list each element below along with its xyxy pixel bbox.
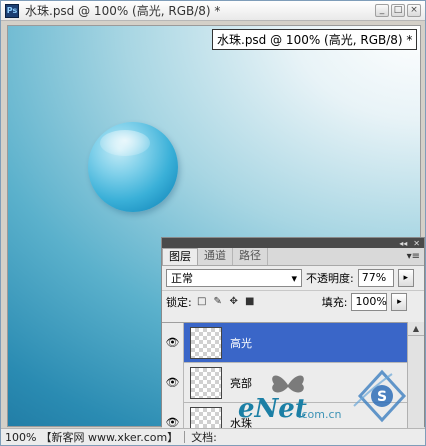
- layer-name: 高光: [230, 336, 252, 350]
- chevron-down-icon: ▾: [291, 271, 297, 285]
- panel-close-icon[interactable]: ✕: [413, 239, 420, 248]
- opacity-input[interactable]: 77%: [357, 269, 394, 287]
- lock-paint-icon[interactable]: ✎: [212, 296, 224, 308]
- fill-slider-button[interactable]: ▸: [391, 292, 408, 311]
- fill-input[interactable]: 100%: [351, 292, 388, 311]
- document-window: Ps 水珠.psd @ 100% (高光, RGB/8) * _ □ × 水珠.…: [0, 0, 426, 446]
- tab-layers[interactable]: 图层: [162, 248, 198, 265]
- status-divider: [184, 431, 186, 443]
- maximize-button[interactable]: □: [391, 4, 405, 17]
- lock-transparent-icon[interactable]: □: [196, 296, 208, 308]
- eye-icon[interactable]: 👁: [162, 402, 184, 428]
- panel-menu-icon[interactable]: ▾≡: [407, 251, 420, 262]
- layer-row-bright[interactable]: 👁 亮部: [162, 362, 408, 403]
- layers-panel: ◂◂ ✕ 图层 通道 路径 ▾≡ 正常 ▾ 不透明度: 77% ▸ 锁定: □ …: [161, 237, 425, 428]
- window-controls: _ □ ×: [375, 4, 421, 17]
- minimize-button[interactable]: _: [375, 4, 389, 17]
- title-bar[interactable]: Ps 水珠.psd @ 100% (高光, RGB/8) * _ □ ×: [1, 1, 425, 21]
- tab-paths[interactable]: 路径: [233, 248, 268, 265]
- opacity-label: 不透明度:: [306, 272, 354, 285]
- close-button[interactable]: ×: [407, 4, 421, 17]
- droplet-highlight: [100, 130, 150, 156]
- layers-scrollbar[interactable]: ▲: [407, 322, 424, 428]
- eye-icon[interactable]: 👁: [162, 362, 184, 403]
- panel-tabs: 图层 通道 路径 ▾≡: [162, 248, 424, 266]
- blend-mode-value: 正常: [171, 272, 193, 285]
- layer-row-droplet[interactable]: 👁 水珠: [162, 402, 408, 429]
- layer-list: 👁 高光 👁 亮部 👁 水珠: [162, 322, 408, 428]
- status-bar: 100% 【新客网 www.xker.com】 文档:: [1, 428, 425, 445]
- document-tooltip: 水珠.psd @ 100% (高光, RGB/8) *: [212, 29, 418, 50]
- layer-name: 水珠: [230, 416, 252, 429]
- fill-label: 填充:: [321, 295, 348, 309]
- watermark-site: 【新客网 www.xker.com】: [40, 431, 179, 444]
- layer-row-highlight[interactable]: 👁 高光: [162, 323, 408, 363]
- panel-header-strip: ◂◂ ✕: [162, 238, 424, 248]
- lock-move-icon[interactable]: ✥: [228, 296, 240, 308]
- photoshop-icon: Ps: [5, 3, 19, 18]
- opacity-slider-button[interactable]: ▸: [397, 269, 414, 287]
- lock-all-icon[interactable]: ■: [244, 296, 256, 308]
- blend-mode-select[interactable]: 正常 ▾: [166, 269, 302, 287]
- layer-thumbnail: [190, 326, 222, 359]
- collapse-icon[interactable]: ◂◂: [399, 239, 407, 248]
- layer-name: 亮部: [230, 376, 252, 390]
- window-title: 水珠.psd @ 100% (高光, RGB/8) *: [25, 4, 221, 18]
- lock-label: 锁定:: [166, 295, 192, 309]
- eye-icon[interactable]: 👁: [162, 323, 184, 363]
- layer-thumbnail: [190, 406, 222, 428]
- doc-info[interactable]: 文档:: [191, 429, 217, 445]
- blend-row: 正常 ▾ 不透明度: 77% ▸: [162, 266, 424, 290]
- tab-channels[interactable]: 通道: [198, 248, 233, 265]
- zoom-level[interactable]: 100%: [5, 431, 36, 444]
- water-droplet: [88, 122, 178, 212]
- lock-row: 锁定: □ ✎ ✥ ■ 填充: 100% ▸: [162, 290, 424, 312]
- layer-thumbnail: [190, 366, 222, 399]
- scroll-up-icon[interactable]: ▲: [408, 322, 424, 336]
